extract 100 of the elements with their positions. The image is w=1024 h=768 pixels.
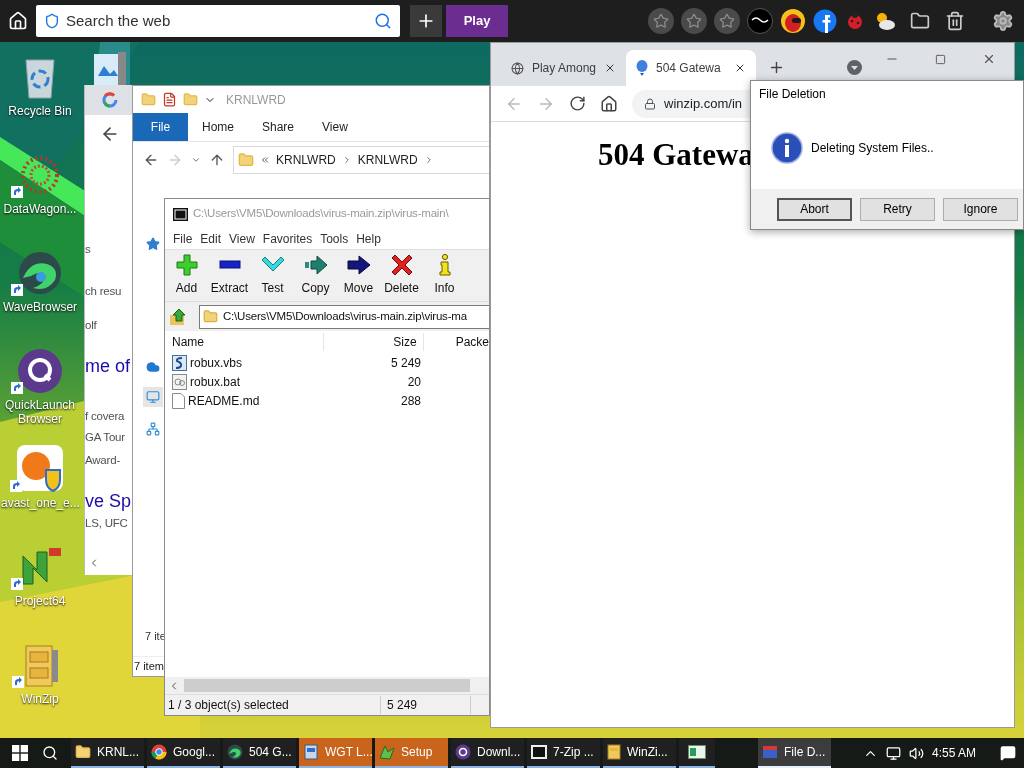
taskbar-button[interactable]: 504 G... <box>223 738 296 768</box>
breadcrumb-item[interactable]: KRNLWRD <box>357 150 418 169</box>
ribbon-tab[interactable]: Share <box>248 113 309 141</box>
taskbar-button[interactable] <box>679 738 715 768</box>
toolbar-button[interactable]: Test <box>251 250 294 301</box>
dialog-button[interactable]: Ignore <box>943 197 1018 221</box>
taskbar-button[interactable]: KRNL... <box>71 738 144 768</box>
folder-icon <box>75 744 91 760</box>
file-name[interactable]: robux.vbs <box>190 353 243 372</box>
result-heading[interactable]: me of <box>85 355 131 377</box>
image-file-icon <box>94 52 128 85</box>
ribbon-tab[interactable]: Home <box>188 113 248 141</box>
notification-icon[interactable] <box>1000 745 1016 761</box>
properties-icon[interactable] <box>162 92 177 107</box>
bookmark-button[interactable] <box>714 8 740 34</box>
taskbar-button[interactable]: Setup <box>375 738 448 768</box>
address-bar[interactable]: KRNLWRD KRNLWRD <box>233 145 489 174</box>
toolbar-button[interactable]: Delete <box>380 250 423 301</box>
column-header[interactable]: Name <box>165 333 324 351</box>
path-field[interactable]: C:\Users\VM5\Downloads\virus-main.zip\virus-ma <box>199 304 489 329</box>
taskbar-button[interactable]: Googl... <box>147 738 220 768</box>
ring-logo-icon <box>17 348 63 394</box>
toolbar-button[interactable]: Extract <box>208 250 251 301</box>
file-name[interactable]: robux.bat <box>190 372 241 391</box>
file-size: 5 249 <box>389 354 422 372</box>
start-icon[interactable] <box>12 745 28 761</box>
toolbar-button[interactable]: Copy <box>294 250 337 301</box>
size-status: 5 249 <box>381 696 471 714</box>
arrow-right-icon <box>303 254 328 276</box>
arrow-right-icon <box>346 254 371 276</box>
browser-tab[interactable]: 504 Gatewa <box>626 50 756 86</box>
reload-icon[interactable] <box>569 95 586 112</box>
bookmark-button[interactable] <box>648 8 674 34</box>
avatar-icon[interactable] <box>747 8 773 34</box>
globe-icon <box>511 60 524 76</box>
taskbar-button[interactable]: 7-Zip ... <box>527 738 600 768</box>
page-heading: 504 Gatewa <box>598 137 754 172</box>
play-button[interactable]: Play <box>446 5 508 37</box>
column-header[interactable]: Packe <box>423 333 489 351</box>
taskbar-button[interactable]: File D... <box>758 738 831 768</box>
maximize-icon[interactable] <box>935 53 946 65</box>
result-text: Award- <box>85 453 121 468</box>
network-icon[interactable] <box>885 745 901 761</box>
taskbar-button[interactable]: Downl... <box>451 738 524 768</box>
balloon-icon <box>636 60 648 76</box>
social-icon[interactable] <box>813 9 837 33</box>
desktop-icon-label[interactable]: Recycle Bin <box>1 104 79 118</box>
home-icon[interactable] <box>8 11 28 31</box>
new-tab-button[interactable] <box>410 5 442 37</box>
menu-item[interactable]: Edit <box>197 230 225 248</box>
installer-icon <box>303 744 319 760</box>
star-icon <box>686 13 702 29</box>
search-icon[interactable] <box>42 745 58 761</box>
horizontal-scrollbar[interactable] <box>165 677 489 694</box>
search-input[interactable]: Search the web <box>66 9 368 33</box>
masked-figure-icon[interactable] <box>780 8 806 34</box>
file-name[interactable]: README.md <box>188 391 260 410</box>
gear-file-icon <box>172 373 187 390</box>
column-header[interactable]: Size <box>323 333 424 351</box>
volume-icon[interactable] <box>908 745 924 761</box>
menu-item[interactable]: Favorites <box>259 230 316 248</box>
trash-icon[interactable] <box>945 11 965 31</box>
close-icon[interactable] <box>604 62 616 74</box>
taskbar-button[interactable]: WGT L... <box>299 738 372 768</box>
menu-item[interactable]: Help <box>353 230 384 248</box>
search-bar[interactable]: Search the web <box>36 5 400 37</box>
close-icon[interactable] <box>734 62 746 74</box>
toolbar-button[interactable]: Move <box>337 250 380 301</box>
settings-icon[interactable] <box>992 10 1014 32</box>
close-icon[interactable] <box>982 52 996 66</box>
delete-icon <box>390 254 413 276</box>
result-heading[interactable]: ve Sp <box>85 490 132 512</box>
menu-item[interactable]: View <box>226 230 258 248</box>
dropdown-circle-icon[interactable] <box>847 60 862 75</box>
clock[interactable]: 4:55 AM <box>931 744 976 762</box>
desktop-icon-label[interactable]: WaveBrowser <box>1 300 79 314</box>
cloud-icon <box>146 360 160 374</box>
folder-icon[interactable] <box>910 11 930 31</box>
ribbon-tab[interactable]: View <box>308 113 362 141</box>
new-tab-icon[interactable] <box>768 59 785 76</box>
overflow-icon[interactable] <box>260 154 270 165</box>
taskbar-button[interactable]: WinZi... <box>603 738 676 768</box>
window-icon <box>688 745 706 759</box>
dialog-message: Deleting System Files.. <box>811 140 934 157</box>
ribbon-tab[interactable]: File <box>133 113 188 141</box>
archive-app-icon <box>173 207 188 221</box>
menu-item[interactable]: Tools <box>317 230 352 248</box>
dialog-button[interactable]: Abort <box>777 197 852 221</box>
home-icon[interactable] <box>600 94 618 113</box>
bookmark-button[interactable] <box>681 8 707 34</box>
scrollbar-thumb[interactable] <box>184 679 470 692</box>
breadcrumb-item[interactable]: KRNLWRD <box>276 150 336 169</box>
desktop-icon-label[interactable]: DataWagon... <box>1 202 79 216</box>
toolbar-button[interactable]: Info <box>423 250 466 301</box>
result-text: ch resu <box>85 284 122 299</box>
file-size: 20 <box>406 373 422 391</box>
toolbar-button[interactable]: Add <box>165 250 208 301</box>
ring-logo-icon <box>455 744 471 760</box>
dialog-button[interactable]: Retry <box>860 197 935 221</box>
menu-item[interactable]: File <box>170 230 196 248</box>
